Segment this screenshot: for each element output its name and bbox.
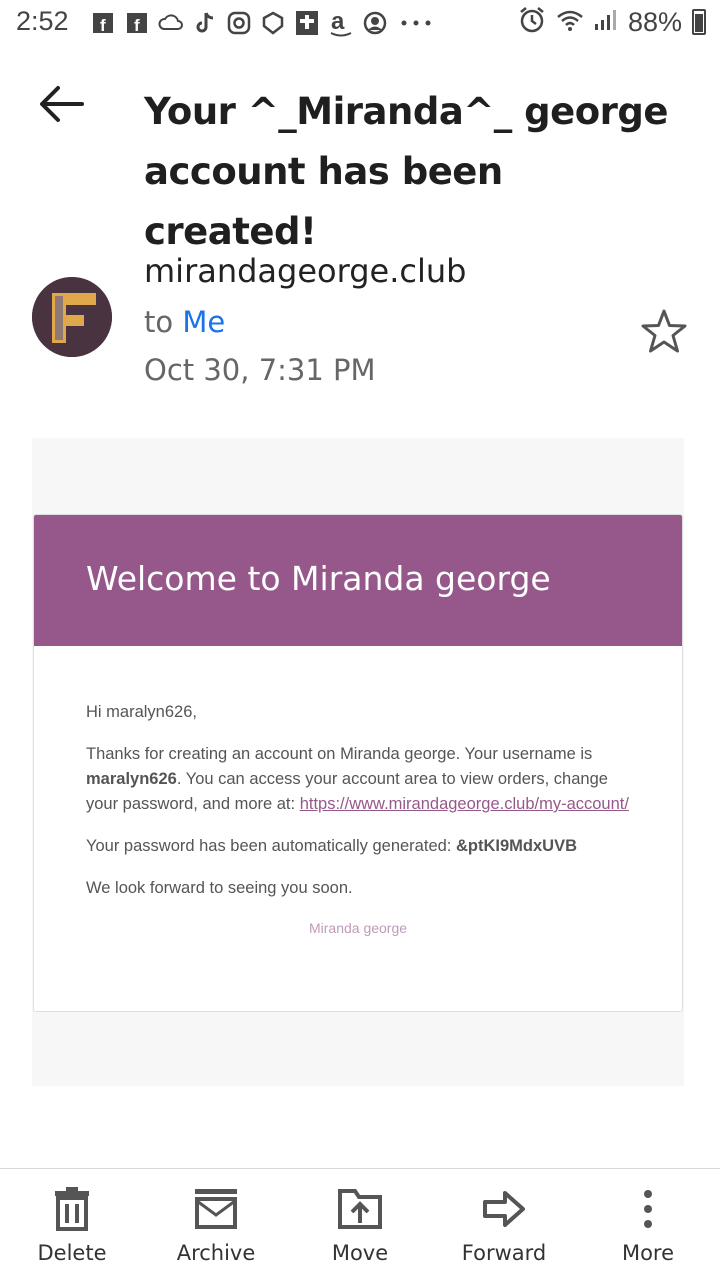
forward-label: Forward bbox=[461, 1241, 547, 1265]
battery-percent: 88% bbox=[627, 6, 682, 37]
archive-label: Archive bbox=[176, 1241, 256, 1265]
shield-icon bbox=[260, 10, 286, 36]
svg-text:f: f bbox=[100, 16, 106, 34]
banner-title: Welcome to Miranda george bbox=[86, 559, 551, 598]
svg-text:f: f bbox=[134, 16, 140, 34]
facebook-icon: f bbox=[124, 10, 150, 36]
trash-icon bbox=[55, 1187, 89, 1231]
wifi-icon bbox=[556, 8, 584, 36]
notification-icons: f f a bbox=[90, 9, 436, 37]
amazon-icon: a bbox=[328, 9, 354, 37]
alarm-icon bbox=[518, 6, 546, 38]
sender-logo-icon bbox=[32, 277, 112, 357]
account-link[interactable]: https://www.mirandageorge.club/my-accoun… bbox=[300, 795, 629, 813]
email-date: Oct 30, 7:31 PM bbox=[144, 353, 376, 387]
back-button[interactable] bbox=[36, 82, 88, 126]
more-dots-icon bbox=[396, 10, 436, 36]
to-prefix: to bbox=[144, 305, 174, 339]
cloud-icon bbox=[158, 10, 184, 36]
delete-label: Delete bbox=[37, 1241, 107, 1265]
bible-icon bbox=[294, 10, 320, 36]
facebook-icon: f bbox=[90, 10, 116, 36]
password: &ptKI9MdxUVB bbox=[455, 837, 577, 855]
tiktok-icon bbox=[192, 10, 218, 36]
greeting: Hi maralyn626, bbox=[86, 703, 197, 721]
status-bar: 2:52 f f a 88% bbox=[0, 0, 720, 50]
move-folder-icon bbox=[338, 1189, 382, 1229]
system-icons: 88% bbox=[518, 6, 706, 38]
svg-text:a: a bbox=[331, 9, 345, 35]
email-content: Hi maralyn626, Thanks for creating an ac… bbox=[34, 646, 682, 941]
recipient-name[interactable]: Me bbox=[182, 305, 225, 339]
signal-icon bbox=[594, 8, 618, 36]
forward-arrow-icon bbox=[483, 1191, 525, 1227]
bottom-toolbar: Delete Archive Move Forward More bbox=[0, 1168, 720, 1281]
back-arrow-icon bbox=[40, 86, 84, 122]
more-label: More bbox=[621, 1241, 675, 1265]
archive-icon bbox=[195, 1189, 237, 1229]
paragraph-text: Thanks for creating an account on Mirand… bbox=[86, 745, 593, 763]
status-time: 2:52 bbox=[16, 6, 69, 36]
closing: We look forward to seeing you soon. bbox=[86, 879, 353, 897]
paragraph-text: Your password has been automatically gen… bbox=[86, 837, 452, 855]
avatar[interactable] bbox=[32, 277, 112, 357]
email-footer: Miranda george bbox=[308, 920, 408, 936]
password-paragraph: Your password has been automatically gen… bbox=[86, 834, 630, 859]
star-icon bbox=[641, 309, 687, 353]
more-vertical-icon bbox=[644, 1190, 652, 1228]
email-banner: Welcome to Miranda george bbox=[34, 515, 682, 646]
email-subject: Your ^_Miranda^_ george account has been… bbox=[144, 90, 669, 253]
email-card: Welcome to Miranda george Hi maralyn626,… bbox=[33, 514, 683, 1012]
move-button[interactable]: Move bbox=[300, 1187, 420, 1265]
instagram-icon bbox=[226, 10, 252, 36]
star-button[interactable] bbox=[638, 306, 690, 358]
battery-icon bbox=[692, 9, 706, 35]
forward-button[interactable]: Forward bbox=[444, 1187, 564, 1265]
username: maralyn626 bbox=[86, 770, 177, 788]
account-icon bbox=[362, 10, 388, 36]
recipient-line[interactable]: to Me bbox=[144, 305, 225, 339]
move-label: Move bbox=[331, 1241, 389, 1265]
delete-button[interactable]: Delete bbox=[12, 1187, 132, 1265]
more-button[interactable]: More bbox=[588, 1187, 708, 1265]
sender-name: mirandageorge.club bbox=[144, 252, 467, 290]
account-paragraph: Thanks for creating an account on Mirand… bbox=[86, 742, 630, 817]
archive-button[interactable]: Archive bbox=[156, 1187, 276, 1265]
